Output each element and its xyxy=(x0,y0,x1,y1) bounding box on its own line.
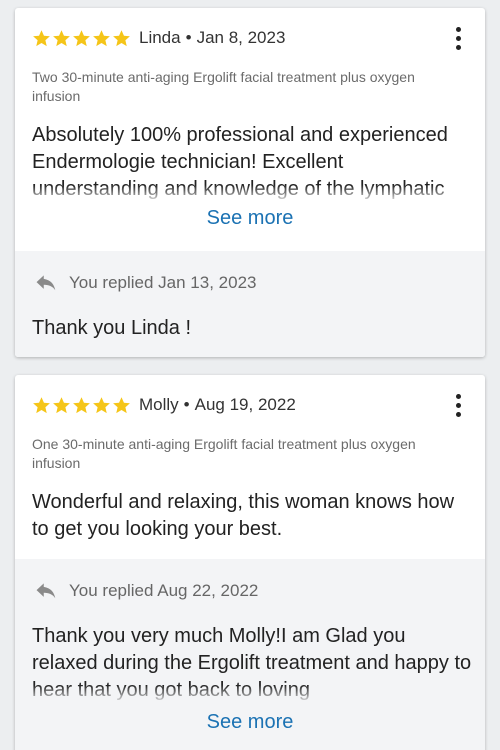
more-vertical-icon[interactable] xyxy=(447,392,469,418)
star-icon xyxy=(72,396,91,415)
review-date: Aug 19, 2022 xyxy=(194,395,296,414)
reply-arrow-icon xyxy=(35,274,57,292)
review-card: Linda • Jan 8, 2023 Two 30-minute anti-agi… xyxy=(15,8,485,357)
more-vertical-icon[interactable] xyxy=(447,25,469,51)
reviewer-name: Molly xyxy=(139,395,179,414)
review-text-container: Absolutely 100% professional and experie… xyxy=(32,122,472,203)
reply-arrow-icon xyxy=(35,582,57,600)
review-meta: Molly • Aug 19, 2022 xyxy=(139,395,296,415)
review-text: Wonderful and relaxing, this woman knows… xyxy=(32,491,455,540)
star-icon xyxy=(112,29,131,48)
meta-separator: • xyxy=(183,395,190,414)
meta-separator: • xyxy=(185,28,192,47)
star-icon xyxy=(72,29,91,48)
see-more-link[interactable]: See more xyxy=(15,207,485,230)
reply-label: You replied Aug 22, 2022 xyxy=(69,581,259,600)
review-date: Jan 8, 2023 xyxy=(196,28,286,47)
reply-section: You replied Jan 13, 2023 Thank you Linda… xyxy=(15,251,485,357)
text-fade xyxy=(32,185,472,203)
see-more-link[interactable]: See more xyxy=(15,711,485,734)
reviews-feed: Linda • Jan 8, 2023 Two 30-minute anti-agi… xyxy=(0,0,500,750)
star-icon xyxy=(32,396,51,415)
reply-header: You replied Jan 13, 2023 xyxy=(35,273,256,293)
star-icon xyxy=(92,396,111,415)
reply-text: Thank you Linda ! xyxy=(32,317,191,339)
star-icon xyxy=(52,396,71,415)
star-icon xyxy=(52,29,71,48)
star-rating xyxy=(32,396,131,415)
star-icon xyxy=(112,396,131,415)
star-icon xyxy=(32,29,51,48)
text-fade xyxy=(32,685,472,703)
review-header: Molly • Aug 19, 2022 xyxy=(32,392,465,418)
reply-header: You replied Aug 22, 2022 xyxy=(35,581,258,601)
service-name: Two 30-minute anti-aging Ergolift facial… xyxy=(32,69,415,104)
reviewer-name: Linda xyxy=(139,28,181,47)
review-card: Molly • Aug 19, 2022 One 30-minute anti-ag… xyxy=(15,375,485,750)
reply-section: You replied Aug 22, 2022 Thank you very … xyxy=(15,559,485,750)
review-header: Linda • Jan 8, 2023 xyxy=(32,25,465,51)
reply-text-container: Thank you very much Molly!I am Glad you … xyxy=(32,623,472,703)
reply-label: You replied Jan 13, 2023 xyxy=(69,273,257,292)
service-name: One 30-minute anti-aging Ergolift facial… xyxy=(32,436,416,471)
star-icon xyxy=(92,29,111,48)
review-meta: Linda • Jan 8, 2023 xyxy=(139,28,285,48)
star-rating xyxy=(32,29,131,48)
